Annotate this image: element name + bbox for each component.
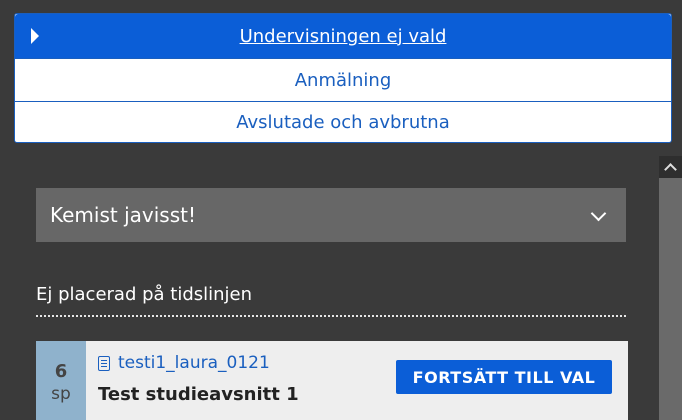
course-code-link[interactable]: testi1_laura_0121 bbox=[98, 353, 270, 373]
tab-completed-cancelled[interactable]: Avslutade och avbrutna bbox=[15, 101, 671, 143]
document-icon bbox=[98, 355, 110, 371]
credits-value: 6 bbox=[54, 361, 68, 382]
plan-select[interactable]: Kemist javisst! bbox=[36, 188, 626, 242]
credits-badge: 6 sp bbox=[36, 341, 86, 420]
expand-arrow-icon bbox=[31, 28, 39, 44]
tab-label: Undervisningen ej vald bbox=[239, 25, 447, 47]
tab-label: Anmälning bbox=[294, 69, 392, 91]
credits-unit: sp bbox=[51, 384, 71, 404]
tab-not-chosen[interactable]: Undervisningen ej vald bbox=[15, 14, 671, 58]
course-name: Test studieavsnitt 1 bbox=[98, 384, 299, 405]
scrollbar[interactable] bbox=[659, 156, 682, 420]
tab-label: Avslutade och avbrutna bbox=[236, 112, 450, 133]
tab-registration[interactable]: Anmälning bbox=[15, 58, 671, 101]
course-card: 6 sp testi1_laura_0121 Test studieavsnit… bbox=[36, 341, 628, 420]
dotted-divider bbox=[36, 315, 626, 317]
select-value: Kemist javisst! bbox=[50, 203, 196, 227]
continue-to-selection-button[interactable]: FORTSÄTT TILL VAL bbox=[396, 360, 612, 394]
scroll-up-button[interactable] bbox=[659, 156, 682, 178]
chevron-down-icon bbox=[590, 205, 607, 222]
course-code: testi1_laura_0121 bbox=[118, 353, 270, 373]
section-title: Ej placerad på tidslinjen bbox=[36, 284, 253, 305]
status-tabs: Undervisningen ej vald Anmälning Avsluta… bbox=[14, 13, 672, 143]
